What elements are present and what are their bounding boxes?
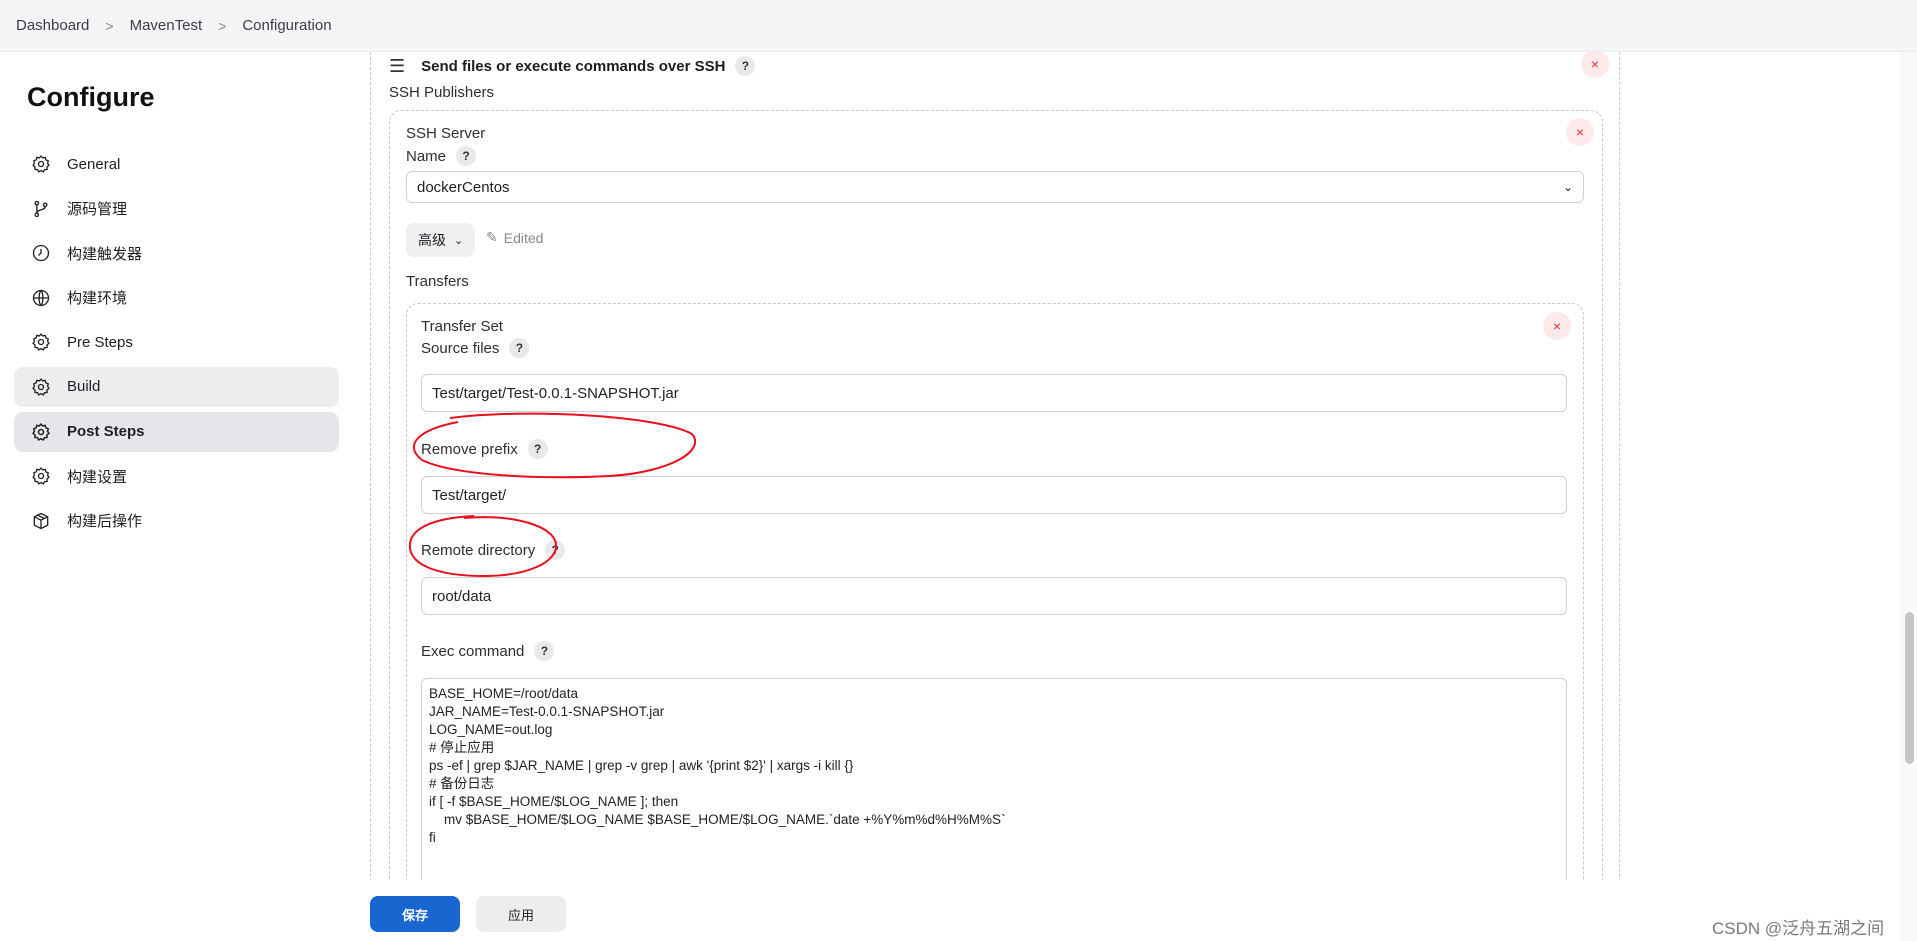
sidebar-item-label: Post Steps <box>67 423 145 441</box>
remote-directory-label: Remote directory ? <box>421 539 566 561</box>
remove-prefix-label: Remove prefix ? <box>421 438 548 460</box>
chevron-down-icon: ⌄ <box>454 234 464 247</box>
post-step-card: ☰ Send files or execute commands over SS… <box>370 52 1620 880</box>
sidebar-item-label: 构建后操作 <box>67 513 143 531</box>
step-header: ☰ Send files or execute commands over SS… <box>389 52 756 80</box>
chevron-right-icon: > <box>105 17 114 34</box>
ssh-server-heading: SSH Server <box>406 125 486 142</box>
advanced-button[interactable]: 高级 ⌄ <box>406 223 476 257</box>
name-label: Name ? <box>406 145 477 167</box>
sidebar-item-post-build-actions[interactable]: 构建后操作 <box>14 501 339 541</box>
package-icon <box>30 510 52 532</box>
sidebar-nav: General 源码管理 构建触发器 构建环境 Pre Steps Build … <box>14 144 339 545</box>
sidebar: Configure General 源码管理 构建触发器 构建环境 Pre St… <box>0 52 350 941</box>
sidebar-item-post-steps[interactable]: Post Steps <box>14 411 339 452</box>
transfer-set-card: Transfer Set × Source files ? Remove pre… <box>406 303 1584 880</box>
server-name-value: dockerCentos <box>417 178 510 196</box>
watermark: CSDN @泛舟五湖之间 <box>1712 919 1885 938</box>
sidebar-item-build-environment[interactable]: 构建环境 <box>14 278 339 318</box>
sidebar-item-label: Build <box>67 378 101 396</box>
close-server-button[interactable]: × <box>1566 118 1594 146</box>
source-files-label: Source files ? <box>421 337 530 359</box>
pencil-icon: ✎ <box>486 229 498 245</box>
edited-label: Edited <box>503 229 544 246</box>
step-title: Send files or execute commands over SSH <box>421 57 726 75</box>
help-icon[interactable]: ? <box>456 146 477 166</box>
sidebar-item-pre-steps[interactable]: Pre Steps <box>14 322 339 362</box>
remove-prefix-input[interactable] <box>421 476 1567 514</box>
breadcrumb: Dashboard > MavenTest > Configuration <box>0 0 1917 52</box>
sidebar-item-label: 构建触发器 <box>67 245 143 263</box>
ssh-server-card: SSH Server Name ? × dockerCentos ⌄ 高级 ⌄ … <box>389 110 1603 880</box>
gear-icon <box>30 421 52 443</box>
sidebar-item-label: Pre Steps <box>67 333 133 351</box>
timer-icon <box>30 242 52 264</box>
remote-directory-label-text: Remote directory <box>421 541 536 559</box>
source-files-input[interactable] <box>421 374 1567 412</box>
gear-icon <box>30 331 52 353</box>
bottom-action-bar <box>350 880 1900 941</box>
globe-icon <box>30 287 52 309</box>
sidebar-item-build-settings[interactable]: 构建设置 <box>14 456 339 496</box>
save-button[interactable]: 保存 <box>370 896 460 932</box>
server-name-select[interactable]: dockerCentos ⌄ <box>406 171 1584 203</box>
breadcrumb-dashboard[interactable]: Dashboard <box>16 17 89 34</box>
remove-prefix-label-text: Remove prefix <box>421 440 518 458</box>
transfer-set-heading: Transfer Set <box>421 318 503 335</box>
sidebar-item-source-control[interactable]: 源码管理 <box>14 189 339 229</box>
gear-icon <box>30 465 52 487</box>
apply-button[interactable]: 应用 <box>476 896 566 932</box>
main-content: ☰ Send files or execute commands over SS… <box>370 52 1620 880</box>
help-icon[interactable]: ? <box>509 338 530 358</box>
sidebar-item-build[interactable]: Build <box>14 366 339 407</box>
sidebar-item-label: 构建设置 <box>67 468 128 486</box>
sidebar-item-label: 构建环境 <box>67 290 128 308</box>
advanced-label: 高级 <box>418 232 446 248</box>
scrollbar-track[interactable] <box>1900 52 1917 941</box>
drag-handle-icon[interactable]: ☰ <box>389 56 405 77</box>
remote-directory-input[interactable] <box>421 577 1567 615</box>
sidebar-item-label: General <box>67 155 121 173</box>
help-icon[interactable]: ? <box>735 56 756 76</box>
gear-icon <box>30 376 52 398</box>
breadcrumb-maventest[interactable]: MavenTest <box>130 17 203 34</box>
exec-command-label-text: Exec command <box>421 642 525 660</box>
close-transfer-button[interactable]: × <box>1543 312 1571 340</box>
help-icon[interactable]: ? <box>545 540 566 560</box>
chevron-down-icon: ⌄ <box>1562 180 1573 194</box>
breadcrumb-configuration[interactable]: Configuration <box>242 17 331 34</box>
source-files-label-text: Source files <box>421 339 500 357</box>
exec-command-textarea[interactable]: BASE_HOME=/root/data JAR_NAME=Test-0.0.1… <box>421 678 1567 880</box>
exec-command-label: Exec command ? <box>421 640 555 662</box>
branch-icon <box>30 198 52 220</box>
close-step-button[interactable]: × <box>1581 52 1609 78</box>
sidebar-item-label: 源码管理 <box>67 201 128 219</box>
gear-icon <box>30 153 52 175</box>
sidebar-item-general[interactable]: General <box>14 144 339 184</box>
chevron-right-icon: > <box>218 17 227 34</box>
help-icon[interactable]: ? <box>534 641 555 661</box>
edited-indicator: ✎ Edited <box>486 229 543 246</box>
page-title: Configure <box>27 82 155 112</box>
scrollbar-thumb[interactable] <box>1905 612 1914 764</box>
transfers-label: Transfers <box>406 273 469 290</box>
sidebar-item-build-triggers[interactable]: 构建触发器 <box>14 233 339 273</box>
ssh-publishers-label: SSH Publishers <box>389 83 495 101</box>
help-icon[interactable]: ? <box>527 439 548 459</box>
name-label-text: Name <box>406 147 447 165</box>
